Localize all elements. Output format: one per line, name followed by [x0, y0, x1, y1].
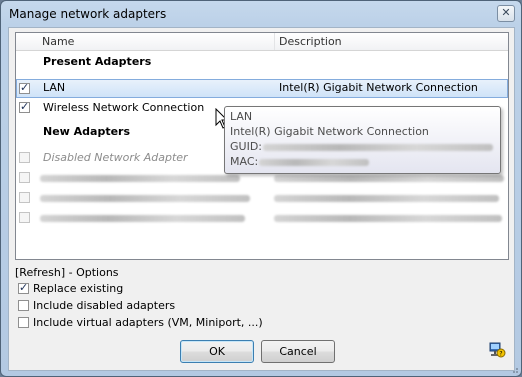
tooltip-mac-label: MAC: — [230, 155, 259, 168]
adapter-row-redacted[interactable] — [16, 209, 508, 228]
column-divider[interactable] — [274, 33, 275, 50]
option-checkbox[interactable] — [18, 300, 29, 311]
resize-grip-icon[interactable] — [509, 364, 519, 374]
adapter-name: Disabled Network Adapter — [43, 151, 188, 164]
option-replace-existing[interactable]: Replace existing — [15, 281, 315, 298]
adapter-name: Wireless Network Connection — [43, 101, 205, 114]
group-present-adapters: Present Adapters — [43, 55, 152, 68]
option-label: Replace existing — [33, 282, 124, 295]
adapter-checkbox[interactable] — [19, 152, 30, 163]
adapter-row-redacted[interactable] — [16, 189, 508, 208]
dialog-window: Manage network adapters ✕ Name Descripti… — [0, 0, 522, 377]
redacted-description — [274, 175, 504, 182]
redacted-guid — [263, 144, 493, 151]
adapter-tooltip: LAN Intel(R) Gigabit Network Connection … — [224, 106, 501, 174]
window-title: Manage network adapters — [9, 7, 167, 21]
column-header-name[interactable]: Name — [42, 35, 74, 48]
cancel-button[interactable]: Cancel — [261, 340, 335, 363]
redacted-name — [40, 215, 245, 222]
option-label: Include virtual adapters (VM, Miniport, … — [33, 316, 263, 329]
column-header-description[interactable]: Description — [279, 35, 342, 48]
redacted-mac — [259, 159, 369, 166]
tooltip-adapter-description: Intel(R) Gigabit Network Connection — [230, 125, 429, 138]
tooltip-guid-label: GUID: — [230, 140, 262, 153]
redacted-name — [40, 195, 250, 202]
adapter-checkbox[interactable] — [19, 192, 30, 203]
adapter-row-lan[interactable]: LAN Intel(R) Gigabit Network Connection — [16, 79, 508, 98]
list-header: Name Description — [16, 33, 508, 51]
options-title: [Refresh] - Options — [15, 266, 119, 279]
dialog-body: Name Description Present Adapters LAN In… — [8, 27, 515, 371]
redacted-name — [40, 175, 240, 182]
close-button[interactable]: ✕ — [497, 5, 515, 22]
redacted-description — [274, 215, 502, 222]
adapter-checkbox[interactable] — [19, 81, 30, 94]
group-new-adapters: New Adapters — [43, 125, 131, 138]
option-label: Include disabled adapters — [33, 299, 176, 312]
adapter-checkbox[interactable] — [19, 100, 30, 113]
adapter-checkbox[interactable] — [19, 212, 30, 223]
adapter-checkbox[interactable] — [19, 172, 30, 183]
adapter-description: Intel(R) Gigabit Network Connection — [279, 81, 478, 94]
option-checkbox[interactable] — [18, 317, 29, 328]
close-icon: ✕ — [501, 6, 511, 19]
option-checkbox[interactable] — [18, 281, 29, 294]
ok-button[interactable]: OK — [180, 340, 254, 363]
option-include-virtual[interactable]: Include virtual adapters (VM, Miniport, … — [15, 315, 315, 332]
tooltip-adapter-name: LAN — [230, 110, 253, 123]
help-icon[interactable]: ? — [488, 341, 506, 359]
svg-text:?: ? — [499, 351, 502, 358]
title-bar[interactable]: Manage network adapters ✕ — [1, 1, 521, 27]
redacted-description — [274, 195, 499, 202]
adapter-name: LAN — [43, 81, 66, 94]
option-include-disabled[interactable]: Include disabled adapters — [15, 298, 315, 315]
